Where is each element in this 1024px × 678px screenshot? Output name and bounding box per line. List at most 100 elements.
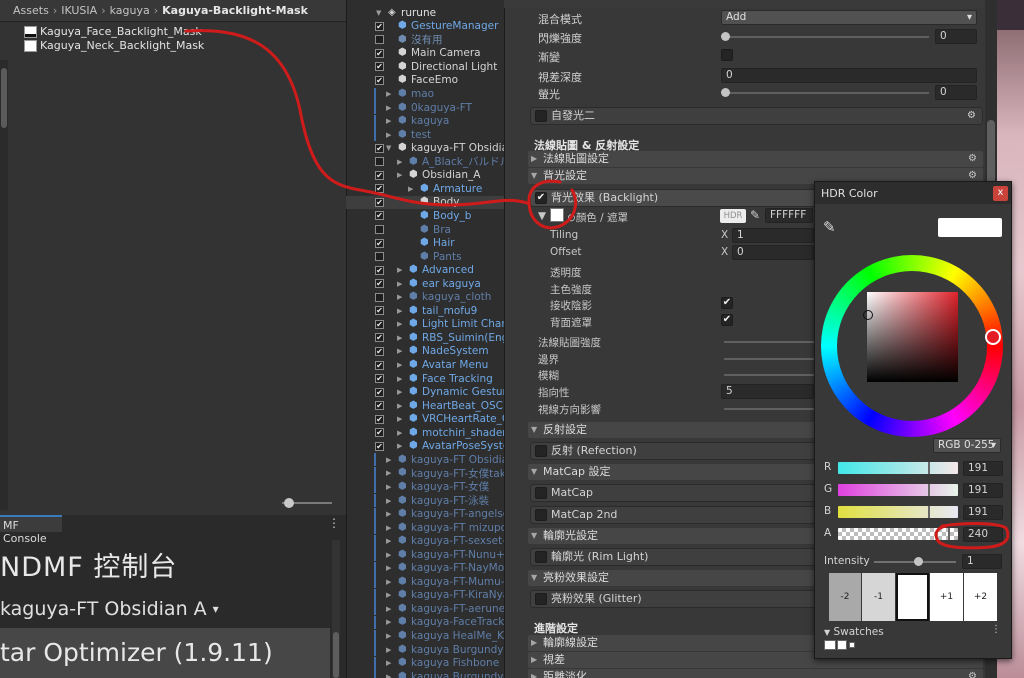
expand-arrow-icon[interactable]: ▶	[397, 361, 402, 369]
expand-arrow-icon[interactable]: ▶	[397, 388, 402, 396]
hue-cursor[interactable]	[985, 329, 1001, 345]
console-scrollbar[interactable]	[332, 540, 340, 678]
border-slider[interactable]	[724, 358, 814, 360]
hierarchy-item[interactable]: ▶ ⬢ 0kaguya-FT	[346, 101, 504, 115]
r-slider-handle[interactable]	[928, 462, 930, 474]
active-checkbox[interactable]: ✔	[375, 238, 384, 248]
active-checkbox[interactable]	[375, 157, 384, 167]
hdr-color-swatch[interactable]: HDR	[720, 209, 746, 223]
hierarchy-item[interactable]: ▶ ⬢ kaguya-FT-aerune	[346, 602, 505, 616]
hierarchy-item[interactable]: ▶ ⬢ kaguya Burgundy	[346, 643, 504, 657]
hierarchy-item[interactable]: ▶ ⬢ kaguya-FT-女僕	[346, 480, 504, 494]
expand-arrow-icon[interactable]: ▶	[386, 646, 391, 654]
hierarchy-item[interactable]: ▶ ⬢ A_Black_バルドル	[346, 155, 510, 169]
g-slider-handle[interactable]	[928, 484, 930, 496]
intensity-step-plus2[interactable]: +2	[964, 573, 997, 621]
parallax-depth-value[interactable]: 0	[721, 68, 977, 83]
expand-arrow-icon[interactable]: ▶	[386, 659, 391, 667]
swatch-1[interactable]	[824, 640, 836, 650]
intensity-slider-knob[interactable]	[914, 557, 923, 566]
expand-arrow-icon[interactable]: ▶	[386, 591, 391, 599]
view-direction-slider[interactable]	[724, 408, 814, 410]
active-checkbox[interactable]: ✔	[375, 48, 384, 58]
active-checkbox[interactable]: ✔	[375, 441, 384, 451]
expand-arrow-icon[interactable]: ▶	[386, 618, 391, 626]
hierarchy-item[interactable]: ✔ ▶ ⬢ Face Tracking	[346, 372, 504, 386]
expand-arrow-icon[interactable]: ▶	[397, 266, 402, 274]
expand-arrow-icon[interactable]: ▶	[386, 673, 391, 678]
hierarchy-item[interactable]: ✔ ▶ ⬢ Obsidian_A	[346, 169, 504, 183]
hierarchy-item[interactable]: ✔ ▶ ⬢ Dynamic Gesture	[346, 385, 513, 399]
active-checkbox[interactable]	[375, 225, 384, 235]
r-value-field[interactable]: 191	[963, 461, 1003, 476]
normal-map-section[interactable]: 法線貼圖設定 ⚙	[528, 151, 983, 167]
hierarchy-item[interactable]: ▶ ⬢ kaguya Fishbone	[346, 656, 504, 670]
hierarchy-item[interactable]: ✔ ▶ ⬢ NadeSystem	[346, 345, 504, 359]
directivity-value[interactable]: 5	[721, 384, 814, 399]
a-slider[interactable]	[838, 528, 958, 540]
expand-arrow-icon[interactable]: ▶	[397, 280, 402, 288]
hierarchy-item[interactable]: ▶ ⬢ kaguya HealMe_Ka	[346, 629, 510, 643]
asset-face-backlight-mask[interactable]: Kaguya_Face_Backlight_Mask	[24, 25, 202, 38]
hierarchy-item[interactable]: ✔ ▶ ⬢ Light Limit Chang	[346, 318, 515, 332]
blend-mode-dropdown[interactable]: Add	[721, 10, 977, 25]
swatch-add[interactable]	[849, 642, 855, 648]
hierarchy-item[interactable]: ✔ ▶ ⬢ tail_mofu9	[346, 304, 504, 318]
expand-arrow-icon[interactable]: ▼	[386, 144, 391, 152]
hierarchy-item[interactable]: ✔ ▶ ⬢ VRCHeartRate_C	[346, 412, 509, 426]
expand-arrow-icon[interactable]: ▼	[376, 9, 381, 17]
expand-arrow-icon[interactable]: ▶	[386, 564, 391, 572]
hierarchy-item[interactable]: ✔ ⬢ FaceEmo	[346, 74, 504, 88]
close-icon[interactable]: x	[993, 186, 1008, 201]
eyedropper-icon[interactable]: ✎	[750, 208, 760, 222]
matcap2-checkbox[interactable]	[535, 509, 547, 521]
expand-arrow-icon[interactable]: ▶	[386, 483, 391, 491]
active-checkbox[interactable]: ✔	[375, 333, 384, 343]
active-checkbox[interactable]: ✔	[375, 414, 384, 424]
expand-arrow-icon[interactable]: ▶	[386, 131, 391, 139]
active-checkbox[interactable]: ✔	[375, 75, 384, 85]
expand-arrow-icon[interactable]: ▶	[397, 402, 402, 410]
hierarchy-item[interactable]: ▶ ⬢ kaguya-FT-泳裝	[346, 494, 504, 508]
expand-arrow-icon[interactable]: ▶	[386, 537, 391, 545]
intensity-step-minus2[interactable]: -2	[829, 573, 861, 621]
hierarchy-item[interactable]: ▶ ⬢ kaguya-FT-女僕tak	[346, 466, 506, 481]
hierarchy-item[interactable]: ▶ ⬢ kaguya-FT-angelsc	[346, 507, 509, 521]
active-checkbox[interactable]: ✔	[375, 279, 384, 289]
active-checkbox[interactable]: ✔	[375, 21, 384, 31]
active-checkbox[interactable]: ✔	[375, 170, 384, 180]
fluorescent-slider-track[interactable]	[724, 92, 929, 94]
eyedropper-icon[interactable]: ✎	[823, 218, 836, 236]
intensity-step-current[interactable]	[896, 573, 929, 621]
rim-light-checkbox[interactable]	[535, 551, 547, 563]
active-checkbox[interactable]: ✔	[375, 265, 384, 275]
fluorescent-slider-knob[interactable]	[721, 88, 730, 97]
expand-arrow-icon[interactable]: ▶	[386, 632, 391, 640]
hierarchy-item[interactable]: ✔ ⬢ Hair	[346, 236, 504, 250]
expand-arrow-icon[interactable]: ▶	[397, 171, 402, 179]
active-checkbox[interactable]: ✔	[375, 62, 384, 72]
hierarchy-item[interactable]: ▶ ⬢ kaguya-FT mizupoy	[346, 521, 513, 535]
sv-cursor[interactable]	[863, 310, 873, 320]
emission2-checkbox[interactable]	[535, 110, 547, 122]
glitter-checkbox[interactable]	[535, 593, 547, 605]
hierarchy-item[interactable]: ✔ ▶ ⬢ Advanced	[346, 263, 504, 277]
expand-arrow-icon[interactable]: ▶	[386, 90, 391, 98]
hierarchy-item[interactable]: ▶ ⬢ kaguya-FT-Mumu-	[346, 575, 505, 589]
expand-arrow-icon[interactable]: ▶	[397, 320, 402, 328]
normal-strength-slider[interactable]	[724, 341, 814, 343]
gear-icon[interactable]: ⚙	[968, 669, 977, 678]
active-checkbox[interactable]: ✔	[375, 387, 384, 397]
expand-arrow-icon[interactable]: ▶	[397, 293, 402, 301]
active-checkbox[interactable]	[375, 252, 384, 262]
gear-icon[interactable]: ⚙	[968, 151, 977, 167]
hierarchy-item[interactable]: ✔ ⬢ Directional Light	[346, 60, 504, 74]
blur-slider[interactable]	[724, 374, 814, 376]
active-checkbox[interactable]: ✔	[375, 428, 384, 438]
expand-arrow-icon[interactable]: ▶	[408, 185, 413, 193]
expand-arrow-icon[interactable]: ▶	[386, 469, 391, 477]
expand-arrow-icon[interactable]: ▶	[386, 117, 391, 125]
b-slider[interactable]	[838, 506, 958, 518]
expand-arrow-icon[interactable]: ▶	[397, 334, 402, 342]
active-checkbox[interactable]: ✔	[375, 211, 384, 221]
